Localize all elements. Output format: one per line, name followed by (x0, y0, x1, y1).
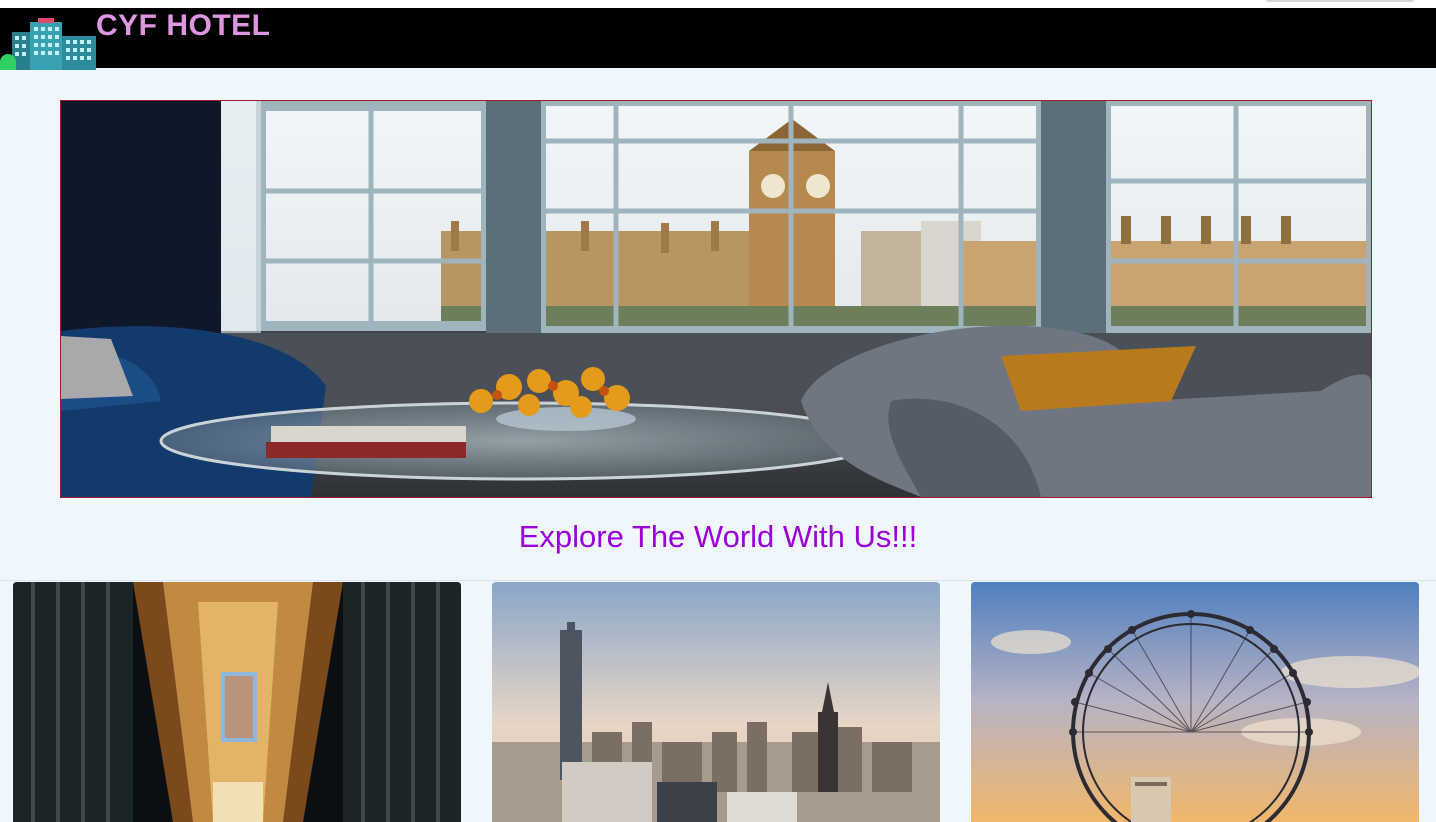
city-skyline-image (492, 582, 940, 822)
card-row (0, 580, 1436, 822)
site-header: CYF HOTEL (0, 8, 1436, 70)
tagline: Explore The World With Us!!! (518, 519, 918, 554)
top-browser-strip (0, 0, 1436, 8)
brand-title[interactable]: CYF HOTEL (96, 9, 271, 43)
cathedral-image (13, 582, 461, 822)
tab-indicator (1266, 0, 1414, 2)
ferris-wheel-image (971, 582, 1419, 822)
hotel-building-icon[interactable] (0, 10, 98, 70)
hero-image (60, 100, 1372, 498)
card-ferris-wheel[interactable] (971, 582, 1419, 822)
card-cathedral[interactable] (13, 582, 461, 822)
card-city[interactable] (492, 582, 940, 822)
